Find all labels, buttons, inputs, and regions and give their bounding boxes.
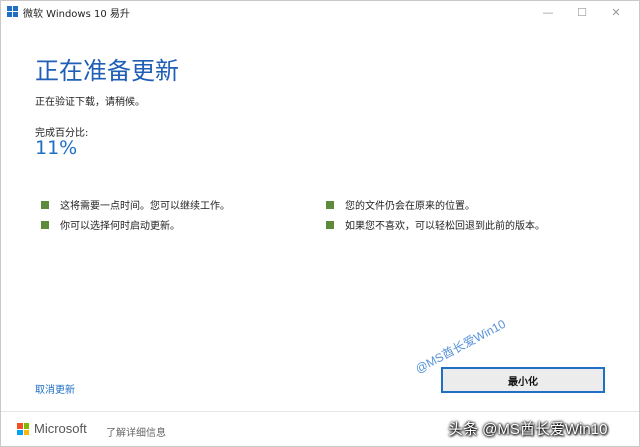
bullet-square-icon [41, 220, 49, 229]
microsoft-brand-text: Microsoft [34, 421, 87, 436]
status-text: 正在验证下载，请稍候。 [35, 97, 145, 108]
window-close-button[interactable]: ✕ [601, 1, 631, 23]
microsoft-logo-icon [17, 423, 29, 435]
cancel-update-link[interactable]: 取消更新 [35, 381, 75, 396]
info-item-text: 如果您不喜欢，可以轻松回退到此前的版本。 [345, 221, 545, 232]
window-minimize-button[interactable]: — [533, 1, 563, 23]
info-item-files-kept: 您的文件仍会在原来的位置。 [326, 197, 475, 212]
upgrade-assistant-window: 微软 Windows 10 易升 — ☐ ✕ 正在准备更新 正在验证下载，请稍候… [0, 0, 640, 447]
info-item-text: 这将需要一点时间。您可以继续工作。 [60, 201, 230, 212]
page-title: 正在准备更新 [35, 57, 179, 85]
percent-value: 11% [35, 137, 78, 159]
learn-more-link[interactable]: 了解详细信息 [106, 424, 166, 439]
info-item-choose-restart: 你可以选择何时启动更新。 [41, 217, 180, 232]
info-item-text: 您的文件仍会在原来的位置。 [345, 201, 475, 212]
window-maximize-button[interactable]: ☐ [567, 1, 597, 23]
info-item-rollback: 如果您不喜欢，可以轻松回退到此前的版本。 [326, 217, 545, 232]
minimize-button[interactable]: 最小化 [441, 367, 605, 393]
bullet-square-icon [326, 200, 334, 209]
corner-watermark: 头条 @MS酋长爱Win10 [448, 421, 608, 438]
footer-divider [1, 411, 639, 412]
info-item-continue-work: 这将需要一点时间。您可以继续工作。 [41, 197, 230, 212]
bullet-square-icon [326, 220, 334, 229]
windows-logo-icon [7, 6, 18, 17]
info-item-text: 你可以选择何时启动更新。 [60, 221, 180, 232]
bullet-square-icon [41, 200, 49, 209]
window-title: 微软 Windows 10 易升 [23, 9, 130, 20]
title-bar: 微软 Windows 10 易升 — ☐ ✕ [1, 1, 639, 23]
